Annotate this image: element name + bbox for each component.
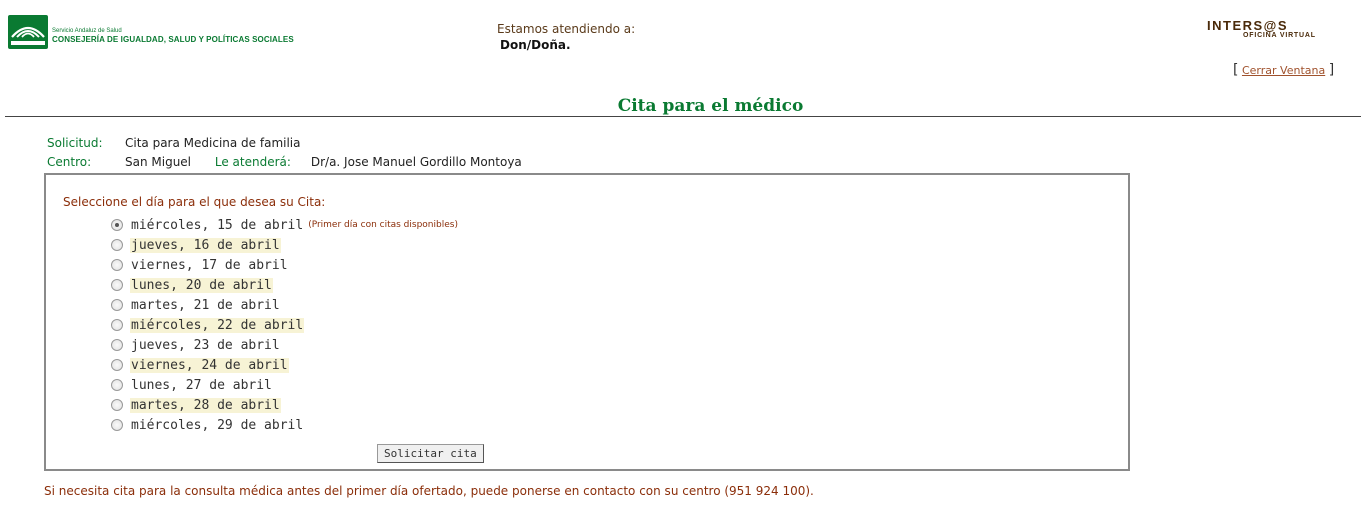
date-option[interactable]: miércoles, 29 de abril xyxy=(111,415,458,435)
attending-name: Don/Doña. xyxy=(500,38,571,52)
date-radio[interactable] xyxy=(111,259,123,271)
date-radio[interactable] xyxy=(111,379,123,391)
date-label[interactable]: lunes, 20 de abril xyxy=(130,277,273,293)
date-label[interactable]: lunes, 27 de abril xyxy=(130,378,273,393)
date-label[interactable]: viernes, 24 de abril xyxy=(130,357,289,373)
title-divider xyxy=(5,116,1361,117)
date-radio[interactable] xyxy=(111,339,123,351)
date-radio[interactable] xyxy=(111,299,123,311)
first-day-note: (Primer día con citas disponibles) xyxy=(308,220,458,230)
date-radio[interactable] xyxy=(111,419,123,431)
date-prompt: Seleccione el día para el que desea su C… xyxy=(63,195,326,209)
request-appointment-button[interactable]: Solicitar cita xyxy=(377,444,484,463)
date-option[interactable]: viernes, 24 de abril xyxy=(111,355,458,375)
logo-main-text: CONSEJERÍA DE IGUALDAD, SALUD Y POLÍTICA… xyxy=(52,35,294,44)
date-option[interactable]: lunes, 27 de abril xyxy=(111,375,458,395)
centro-label: Centro: xyxy=(47,155,92,169)
date-radio[interactable] xyxy=(111,279,123,291)
brand-text: INTERS@S xyxy=(1207,18,1289,33)
date-option[interactable]: miércoles, 15 de abril (Primer día con ci… xyxy=(111,215,458,235)
junta-logo-icon xyxy=(8,15,48,49)
solicitud-label: Solicitud: xyxy=(47,136,103,150)
footer-note: Si necesita cita para la consulta médica… xyxy=(44,484,814,498)
date-selection-panel: Seleccione el día para el que desea su C… xyxy=(44,173,1130,471)
attending-info: Estamos atendiendo a: Don/Doña. xyxy=(497,22,635,52)
close-window-link[interactable]: Cerrar Ventana xyxy=(1242,64,1325,77)
date-option[interactable]: miércoles, 22 de abril xyxy=(111,315,458,335)
date-option[interactable]: jueves, 16 de abril xyxy=(111,235,458,255)
close-window-container: [ Cerrar Ventana ] xyxy=(1233,62,1335,78)
date-radio[interactable] xyxy=(111,399,123,411)
date-option[interactable]: viernes, 17 de abril xyxy=(111,255,458,275)
date-radio[interactable] xyxy=(111,239,123,251)
date-label[interactable]: martes, 28 de abril xyxy=(130,397,281,413)
date-option[interactable]: lunes, 20 de abril xyxy=(111,275,458,295)
date-option[interactable]: martes, 28 de abril xyxy=(111,395,458,415)
date-label[interactable]: jueves, 16 de abril xyxy=(130,237,281,253)
date-option[interactable]: jueves, 23 de abril xyxy=(111,335,458,355)
centro-value: San Miguel xyxy=(125,155,192,169)
date-label[interactable]: miércoles, 22 de abril xyxy=(130,317,305,333)
doctor-name: Dr/a. Jose Manuel Gordillo Montoya xyxy=(310,155,522,169)
center-info-row: Centro: San Miguel Le atenderá: Dr/a. Jose… xyxy=(47,155,522,169)
date-label[interactable]: jueves, 23 de abril xyxy=(130,338,281,353)
date-label[interactable]: miércoles, 29 de abril xyxy=(130,418,304,433)
intersas-logo: INTERS@S OFICINA VIRTUAL xyxy=(1207,18,1316,40)
date-label[interactable]: viernes, 17 de abril xyxy=(130,258,289,273)
solicitud-value: Cita para Medicina de familia xyxy=(125,136,301,150)
request-info-row: Solicitud: Cita para Medicina de familia xyxy=(47,136,301,150)
brand-subtitle: OFICINA VIRTUAL xyxy=(1243,32,1316,39)
date-label[interactable]: miércoles, 15 de abril xyxy=(130,218,304,233)
date-radio[interactable] xyxy=(111,319,123,331)
date-options-list: miércoles, 15 de abril (Primer día con ci… xyxy=(111,215,458,435)
date-label[interactable]: martes, 21 de abril xyxy=(130,298,281,313)
atendera-label: Le atenderá: xyxy=(214,155,291,169)
page-title: Cita para el médico xyxy=(617,96,804,116)
date-radio[interactable] xyxy=(111,219,123,231)
date-option[interactable]: martes, 21 de abril xyxy=(111,295,458,315)
date-radio[interactable] xyxy=(111,359,123,371)
attending-label: Estamos atendiendo a: xyxy=(497,22,636,36)
organization-name: Servicio Andaluz de Salud CONSEJERÍA DE … xyxy=(52,28,294,44)
logo-small-text: Servicio Andaluz de Salud xyxy=(52,28,122,34)
